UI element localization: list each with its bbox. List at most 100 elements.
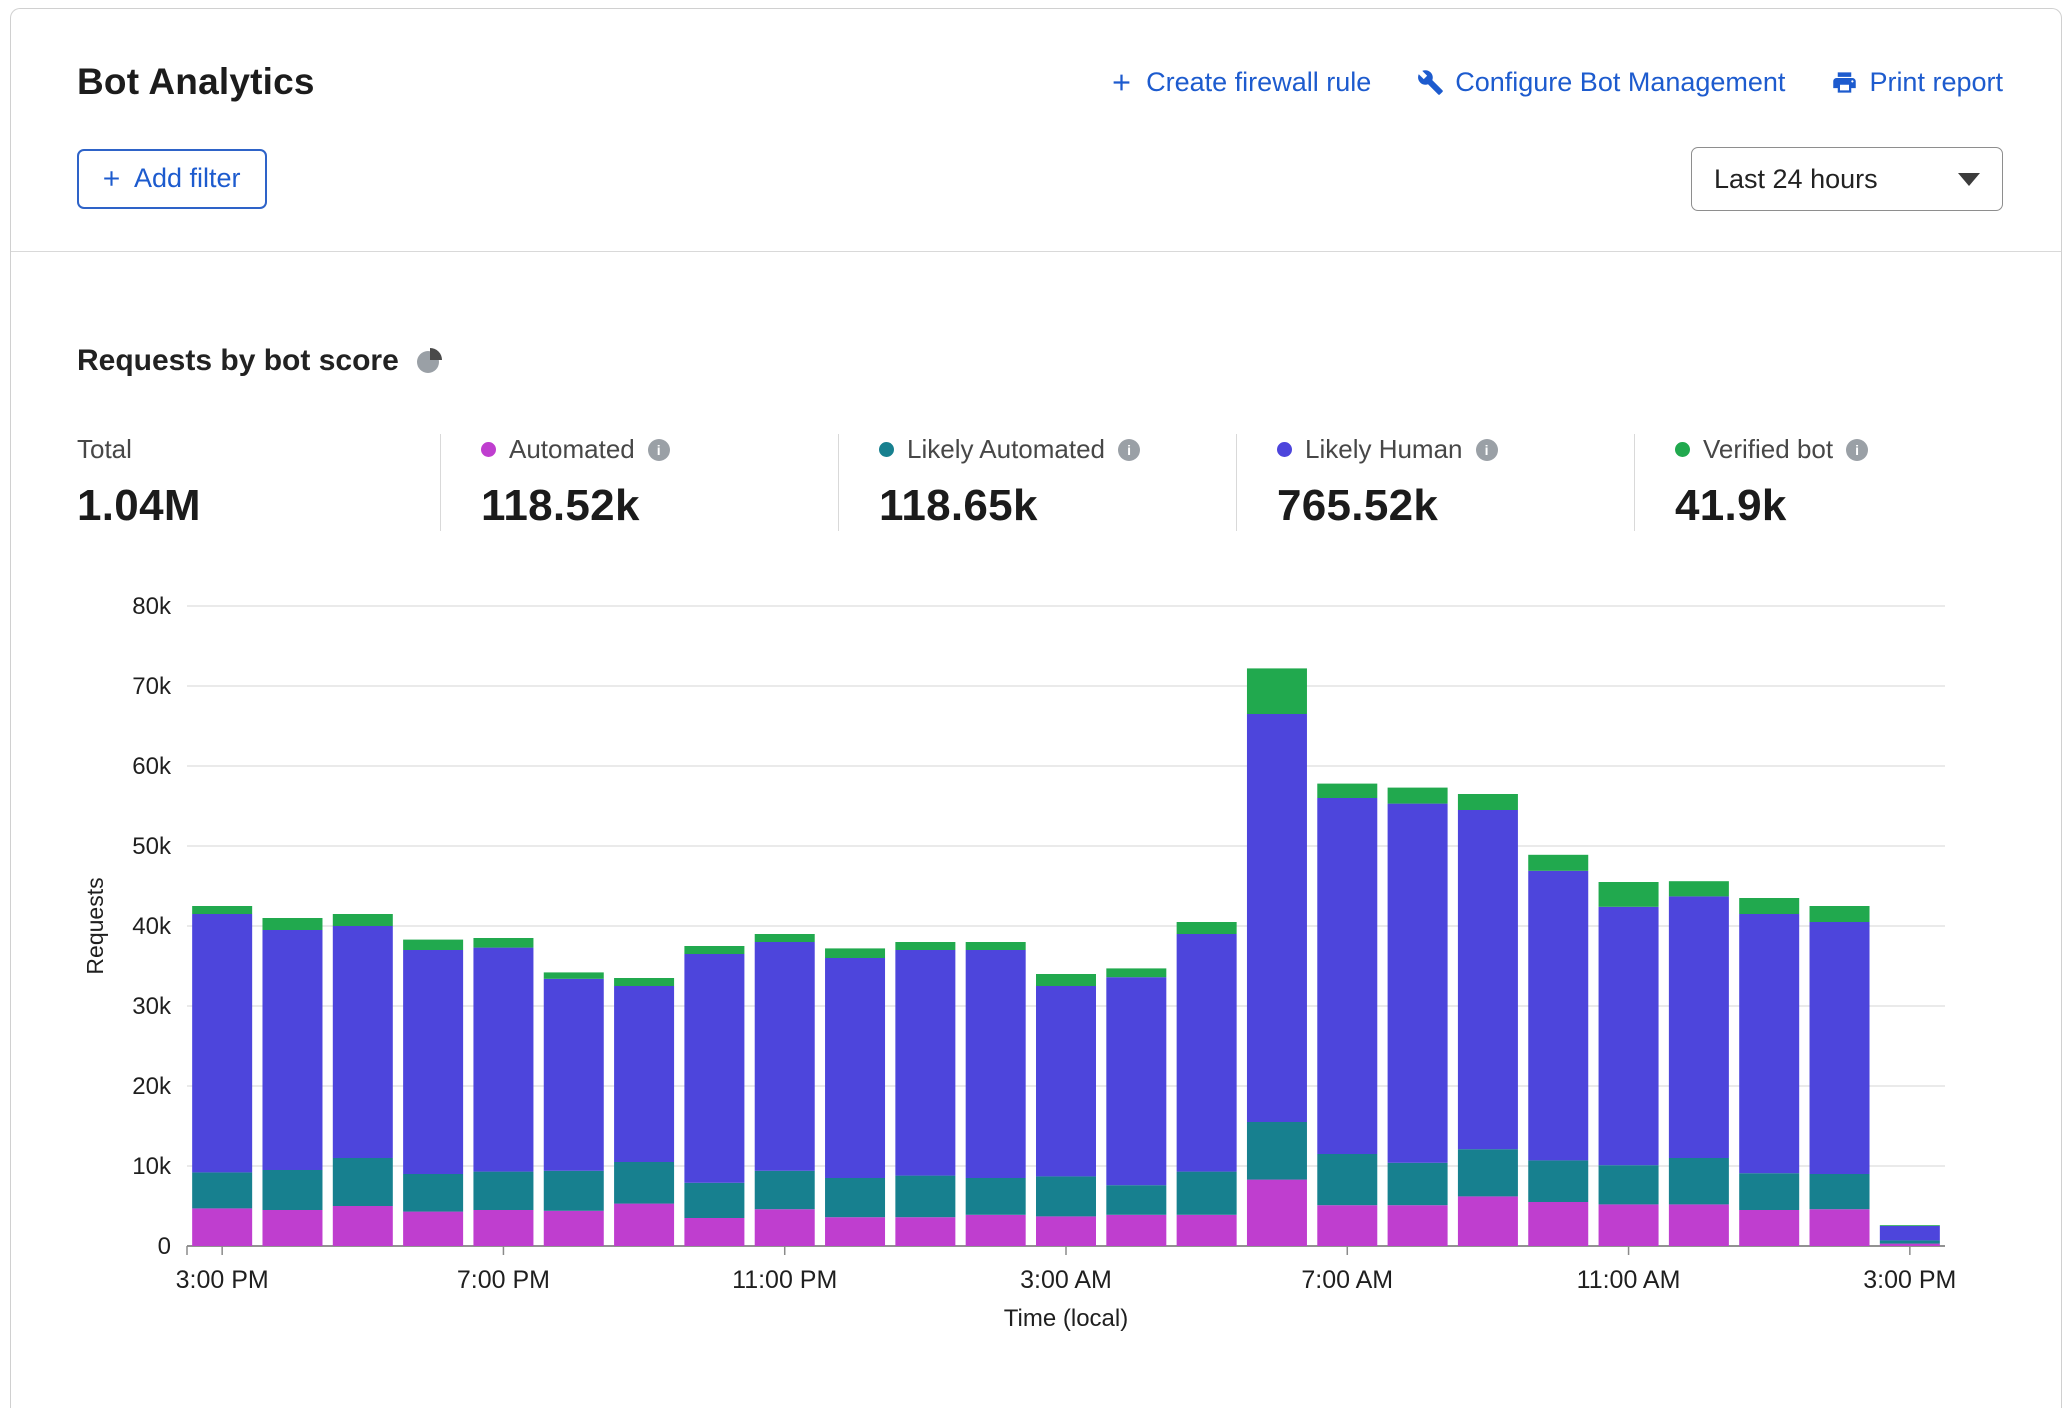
chart-bar[interactable] [966, 942, 1026, 1246]
bar-segment[interactable] [755, 1171, 815, 1209]
bar-segment[interactable] [1458, 794, 1518, 810]
bar-segment[interactable] [192, 1172, 252, 1208]
bar-segment[interactable] [1247, 1180, 1307, 1246]
bar-segment[interactable] [684, 946, 744, 954]
bar-segment[interactable] [1106, 1185, 1166, 1215]
bar-segment[interactable] [1388, 788, 1448, 804]
bar-segment[interactable] [1388, 1205, 1448, 1246]
chart-bar[interactable] [1177, 922, 1237, 1246]
chart-bar[interactable] [1036, 974, 1096, 1246]
info-icon[interactable]: i [648, 439, 670, 461]
bar-segment[interactable] [966, 950, 1026, 1178]
bar-segment[interactable] [684, 954, 744, 1183]
bar-segment[interactable] [684, 1218, 744, 1246]
bar-segment[interactable] [1880, 1240, 1940, 1243]
bar-segment[interactable] [1036, 1176, 1096, 1216]
bar-segment[interactable] [1036, 1216, 1096, 1246]
chart-bar[interactable] [333, 914, 393, 1246]
bar-segment[interactable] [1528, 855, 1588, 871]
chart-bar[interactable] [1669, 881, 1729, 1246]
chart-bar[interactable] [1528, 855, 1588, 1246]
bar-segment[interactable] [966, 942, 1026, 950]
bar-segment[interactable] [333, 1158, 393, 1206]
chart-bar[interactable] [755, 934, 815, 1246]
chart-bar[interactable] [262, 918, 322, 1246]
chart-bar[interactable] [1247, 668, 1307, 1246]
chart-bar[interactable] [1739, 898, 1799, 1246]
info-icon[interactable]: i [1118, 439, 1140, 461]
bar-segment[interactable] [1528, 871, 1588, 1161]
bar-segment[interactable] [1880, 1225, 1940, 1226]
bar-segment[interactable] [1388, 1163, 1448, 1205]
info-icon[interactable]: i [1846, 439, 1868, 461]
bar-segment[interactable] [473, 1172, 533, 1210]
bar-segment[interactable] [1599, 882, 1659, 907]
bar-segment[interactable] [1458, 1149, 1518, 1196]
bar-segment[interactable] [1528, 1202, 1588, 1246]
bar-segment[interactable] [262, 930, 322, 1170]
bar-segment[interactable] [544, 1211, 604, 1246]
bar-segment[interactable] [1739, 914, 1799, 1173]
bar-segment[interactable] [1388, 804, 1448, 1163]
print-report-link[interactable]: Print report [1831, 67, 2003, 98]
bar-segment[interactable] [473, 1210, 533, 1246]
bar-segment[interactable] [1669, 1204, 1729, 1246]
bar-segment[interactable] [333, 1206, 393, 1246]
bar-segment[interactable] [1247, 1122, 1307, 1180]
bar-segment[interactable] [614, 1162, 674, 1204]
bar-segment[interactable] [1317, 784, 1377, 798]
bar-segment[interactable] [1036, 974, 1096, 986]
create-firewall-rule-link[interactable]: Create firewall rule [1108, 67, 1371, 98]
bar-segment[interactable] [544, 1171, 604, 1211]
bar-segment[interactable] [1458, 810, 1518, 1149]
bar-segment[interactable] [1177, 1215, 1237, 1246]
chart-bar[interactable] [473, 938, 533, 1246]
bar-segment[interactable] [192, 914, 252, 1172]
bar-segment[interactable] [755, 942, 815, 1171]
bar-segment[interactable] [192, 906, 252, 914]
bar-segment[interactable] [403, 950, 463, 1174]
chart-bar[interactable] [1458, 794, 1518, 1246]
bar-segment[interactable] [544, 972, 604, 978]
bar-segment[interactable] [825, 1178, 885, 1217]
chart-bar[interactable] [544, 972, 604, 1246]
chart-bar[interactable] [192, 906, 252, 1246]
bar-segment[interactable] [262, 1210, 322, 1246]
bar-segment[interactable] [1739, 898, 1799, 914]
bar-segment[interactable] [403, 940, 463, 950]
bar-segment[interactable] [895, 1176, 955, 1218]
chart-bar[interactable] [1880, 1225, 1940, 1246]
bar-segment[interactable] [966, 1215, 1026, 1246]
bar-segment[interactable] [614, 1204, 674, 1246]
chart-bar[interactable] [684, 946, 744, 1246]
bar-segment[interactable] [403, 1212, 463, 1246]
bar-segment[interactable] [1247, 668, 1307, 714]
chart-bar[interactable] [1810, 906, 1870, 1246]
chart-bar[interactable] [895, 942, 955, 1246]
bar-segment[interactable] [1810, 1174, 1870, 1209]
bar-segment[interactable] [895, 1217, 955, 1246]
bar-segment[interactable] [1317, 1205, 1377, 1246]
chart-bar[interactable] [1599, 882, 1659, 1246]
bar-segment[interactable] [1810, 1209, 1870, 1246]
chart-bar[interactable] [1106, 968, 1166, 1246]
bar-segment[interactable] [1880, 1226, 1940, 1240]
bar-segment[interactable] [1177, 934, 1237, 1172]
bar-segment[interactable] [966, 1178, 1026, 1215]
bar-segment[interactable] [403, 1174, 463, 1212]
chart-bar[interactable] [614, 978, 674, 1246]
bar-segment[interactable] [1810, 906, 1870, 922]
bar-segment[interactable] [1106, 977, 1166, 1185]
bar-segment[interactable] [1317, 1154, 1377, 1205]
bar-segment[interactable] [1036, 986, 1096, 1176]
bar-segment[interactable] [1458, 1196, 1518, 1246]
bar-segment[interactable] [825, 958, 885, 1178]
bar-segment[interactable] [1739, 1173, 1799, 1210]
chart-bar[interactable] [1388, 788, 1448, 1246]
bar-segment[interactable] [333, 926, 393, 1158]
bar-segment[interactable] [1106, 1215, 1166, 1246]
bar-segment[interactable] [684, 1183, 744, 1218]
bar-segment[interactable] [895, 942, 955, 950]
add-filter-button[interactable]: Add filter [77, 149, 267, 209]
bar-segment[interactable] [614, 978, 674, 986]
